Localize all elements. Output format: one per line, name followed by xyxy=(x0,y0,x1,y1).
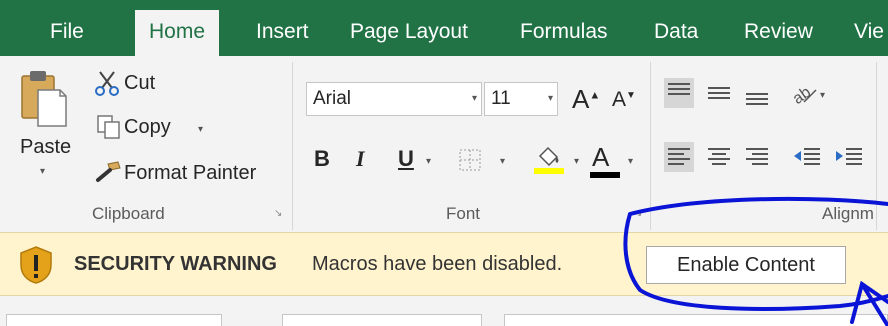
cut-button[interactable]: Cut xyxy=(124,72,155,95)
underline-button[interactable]: U xyxy=(398,146,414,172)
tab-formulas[interactable]: Formulas xyxy=(506,10,622,56)
copy-icon xyxy=(96,114,122,145)
borders-icon[interactable] xyxy=(458,148,482,177)
alignment-launcher-icon[interactable] xyxy=(632,208,644,220)
align-left-icon[interactable] xyxy=(664,142,694,177)
clipboard-group-label: Clipboard xyxy=(92,204,165,223)
tab-insert[interactable]: Insert xyxy=(242,10,323,56)
clipboard-launcher-icon[interactable]: ↘ xyxy=(274,208,286,220)
font-color-swatch xyxy=(590,172,620,178)
paste-dropdown-icon[interactable]: ▾ xyxy=(40,166,45,177)
group-divider xyxy=(876,62,877,230)
grow-font-icon[interactable]: A▲ xyxy=(572,84,600,115)
copy-dropdown-icon[interactable]: ▾ xyxy=(198,124,203,135)
bold-button[interactable]: B xyxy=(314,146,330,172)
italic-button[interactable]: I xyxy=(356,146,365,172)
orientation-dropdown-icon[interactable]: ▾ xyxy=(820,90,825,101)
borders-dropdown-icon[interactable]: ▾ xyxy=(500,156,505,167)
security-warning-message: Macros have been disabled. xyxy=(312,253,563,275)
fill-color-icon[interactable] xyxy=(532,142,566,181)
chevron-down-icon[interactable]: ▾ xyxy=(548,83,553,115)
align-center-icon[interactable] xyxy=(704,142,734,177)
format-painter-icon xyxy=(94,160,122,191)
font-name-value: Arial xyxy=(313,88,352,109)
tab-home[interactable]: Home xyxy=(135,10,220,56)
ribbon-tab-bar: File Home Insert Page Layout Formulas Da… xyxy=(0,0,888,56)
paste-button[interactable]: Paste xyxy=(20,136,71,159)
security-warning-title: SECURITY WARNING xyxy=(74,253,277,275)
font-name-combo[interactable]: Arial ▾ xyxy=(306,82,482,116)
align-right-icon[interactable] xyxy=(742,142,772,177)
align-middle-icon[interactable] xyxy=(704,78,734,113)
orientation-icon[interactable]: ab xyxy=(790,80,818,111)
underline-dropdown-icon[interactable]: ▾ xyxy=(426,156,431,167)
enable-content-button[interactable]: Enable Content xyxy=(646,246,846,284)
align-top-icon[interactable] xyxy=(664,78,694,113)
tab-data[interactable]: Data xyxy=(640,10,712,56)
fill-color-dropdown-icon[interactable]: ▾ xyxy=(574,156,579,167)
format-painter-button[interactable]: Format Painter xyxy=(124,162,256,185)
paste-icon[interactable] xyxy=(18,68,68,133)
font-size-combo[interactable]: 11 ▾ xyxy=(484,82,558,116)
shield-warning-icon xyxy=(18,245,54,290)
formula-bar xyxy=(0,296,888,326)
font-group-label: Font xyxy=(446,204,481,223)
increase-indent-icon[interactable] xyxy=(834,142,864,177)
font-color-button[interactable]: A xyxy=(592,142,609,173)
formula-bar-controls[interactable] xyxy=(282,314,482,326)
copy-button[interactable]: Copy xyxy=(124,116,171,139)
tab-file[interactable]: File xyxy=(36,10,98,56)
scissors-icon xyxy=(94,70,120,101)
alignment-group-label: Alignm xyxy=(822,204,874,223)
font-size-value: 11 xyxy=(491,88,511,109)
security-warning-bar: SECURITY WARNING Macros have been disabl… xyxy=(0,232,888,296)
group-divider xyxy=(650,62,651,230)
tab-view[interactable]: Vie xyxy=(840,10,888,56)
formula-input[interactable] xyxy=(504,314,888,326)
group-divider xyxy=(292,62,293,230)
font-color-dropdown-icon[interactable]: ▾ xyxy=(628,156,633,167)
tab-page-layout[interactable]: Page Layout xyxy=(336,10,482,56)
home-ribbon: Paste ▾ Cut Copy ▾ Format Painter Clipbo… xyxy=(0,56,888,232)
align-bottom-icon[interactable] xyxy=(742,78,772,113)
decrease-indent-icon[interactable] xyxy=(792,142,822,177)
name-box[interactable] xyxy=(6,314,222,326)
chevron-down-icon[interactable]: ▾ xyxy=(472,83,477,115)
shrink-font-icon[interactable]: A▼ xyxy=(612,88,636,112)
tab-review[interactable]: Review xyxy=(730,10,827,56)
